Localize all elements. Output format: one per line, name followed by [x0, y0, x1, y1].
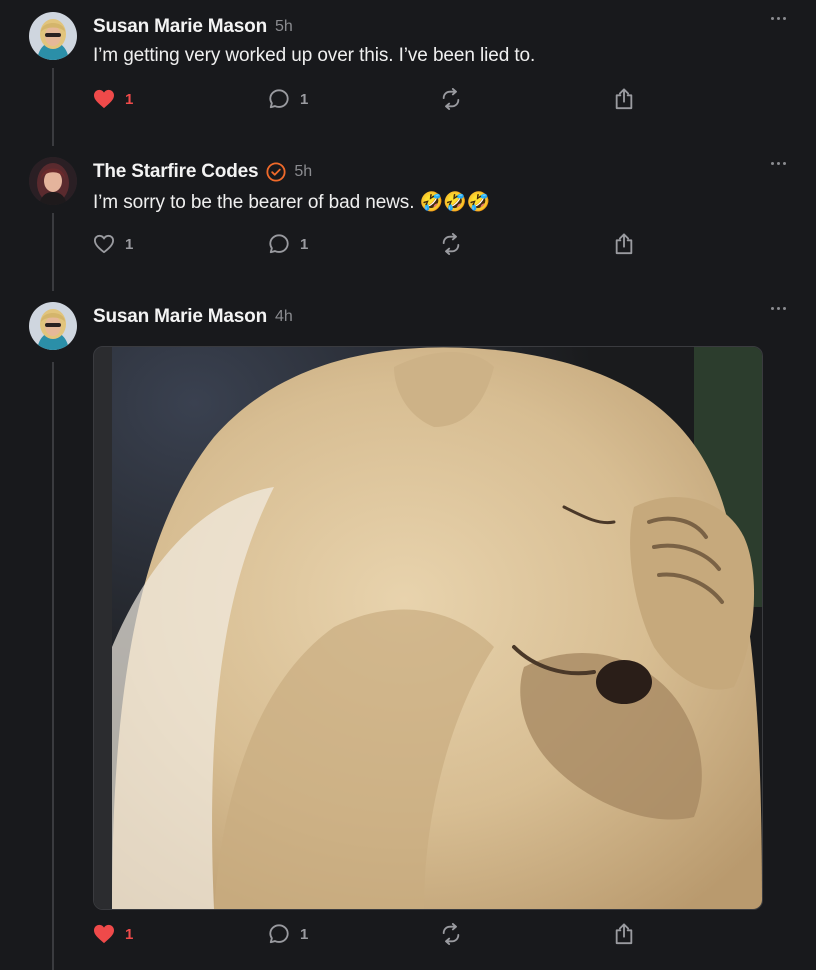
heart-icon: [94, 924, 114, 944]
post-text: I’m sorry to be the bearer of bad news. …: [93, 192, 491, 213]
comment-button[interactable]: 1: [268, 232, 308, 256]
share-icon: [615, 233, 633, 255]
heart-icon: [94, 89, 114, 109]
polar-bear-facepalm-image: [94, 347, 762, 909]
comment-count: 1: [300, 90, 309, 108]
like-count: 1: [125, 90, 134, 108]
comment-icon: [269, 234, 289, 254]
like-button[interactable]: 1: [93, 232, 133, 256]
share-button[interactable]: [613, 87, 635, 111]
timestamp[interactable]: 5h: [275, 18, 293, 36]
like-count: 1: [125, 235, 134, 253]
timestamp[interactable]: 4h: [275, 308, 293, 326]
heart-icon: [94, 234, 114, 254]
post-image[interactable]: [93, 346, 763, 910]
post-header: Susan Marie Mason 5h: [93, 14, 293, 40]
action-bar: 1 1: [93, 232, 653, 256]
repost-icon: [442, 88, 460, 110]
author-name[interactable]: Susan Marie Mason: [93, 306, 267, 328]
avatar[interactable]: [29, 302, 77, 350]
author-name[interactable]: Susan Marie Mason: [93, 16, 267, 38]
comment-button[interactable]: 1: [268, 922, 308, 946]
post-header: The Starfire Codes 5h: [93, 159, 312, 185]
post-2: The Starfire Codes 5h I’m sorry to be th…: [0, 157, 816, 297]
comment-icon: [269, 89, 289, 109]
post-text: I’m getting very worked up over this. I’…: [93, 45, 536, 66]
avatar[interactable]: [29, 157, 77, 205]
timestamp[interactable]: 5h: [294, 163, 312, 181]
action-bar: 1 1: [93, 87, 653, 111]
comment-button[interactable]: 1: [268, 87, 308, 111]
more-icon[interactable]: [771, 162, 786, 165]
comment-count: 1: [300, 925, 309, 943]
thread-line: [52, 362, 54, 970]
share-icon: [615, 923, 633, 945]
more-icon[interactable]: [771, 17, 786, 20]
share-button[interactable]: [613, 922, 635, 946]
repost-button[interactable]: [440, 232, 462, 256]
like-button[interactable]: 1: [93, 87, 133, 111]
like-button[interactable]: 1: [93, 922, 133, 946]
repost-button[interactable]: [440, 922, 462, 946]
post-3: Susan Marie Mason 4h 1 1: [0, 302, 816, 970]
verified-badge-icon: [266, 162, 286, 182]
share-button[interactable]: [613, 232, 635, 256]
action-bar: 1 1: [93, 922, 653, 946]
repost-icon: [442, 233, 460, 255]
comment-icon: [269, 924, 289, 944]
more-icon[interactable]: [771, 307, 786, 310]
thread-line: [52, 213, 54, 291]
comment-count: 1: [300, 235, 309, 253]
share-icon: [615, 88, 633, 110]
avatar[interactable]: [29, 12, 77, 60]
thread-line: [52, 68, 54, 146]
post-header: Susan Marie Mason 4h: [93, 304, 293, 330]
repost-button[interactable]: [440, 87, 462, 111]
author-name[interactable]: The Starfire Codes: [93, 161, 259, 183]
repost-icon: [442, 923, 460, 945]
like-count: 1: [125, 925, 134, 943]
post-1: Susan Marie Mason 5h I’m getting very wo…: [0, 12, 816, 146]
